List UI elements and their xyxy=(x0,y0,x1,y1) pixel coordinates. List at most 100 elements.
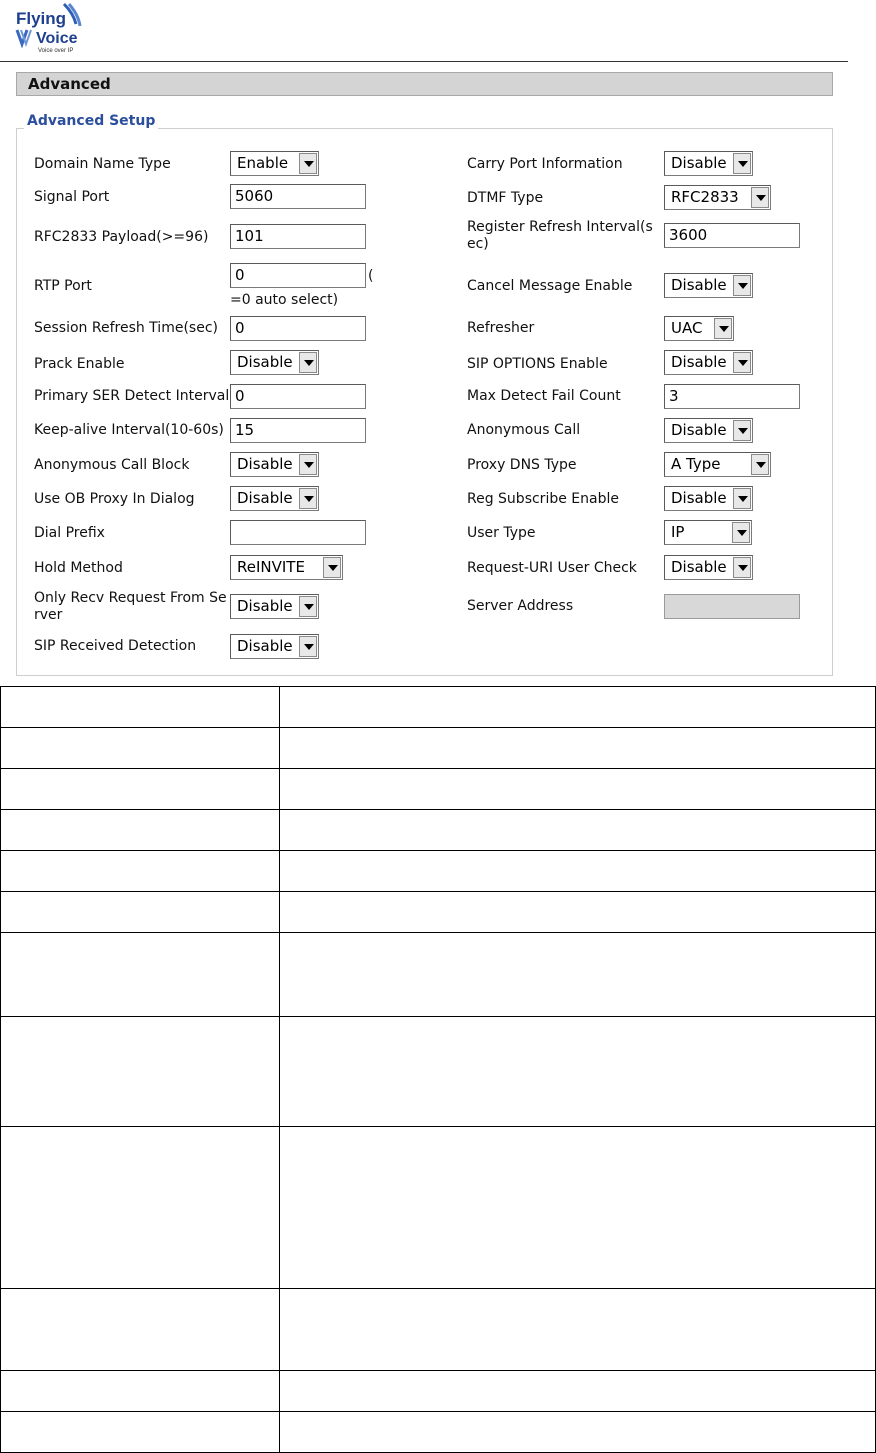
table-cell xyxy=(0,768,280,810)
use-ob-proxy-in-dialog-select[interactable]: Disable xyxy=(230,486,319,511)
select-value: Disable xyxy=(237,637,293,655)
label-keep-alive-interval: Keep-alive Interval(10-60s) xyxy=(34,422,224,438)
chevron-down-icon xyxy=(299,596,317,617)
label-dial-prefix: Dial Prefix xyxy=(34,525,105,541)
label-prack-enable: Prack Enable xyxy=(34,356,125,372)
logo-word-flying: Flying xyxy=(16,9,66,28)
only-recv-request-select[interactable]: Disable xyxy=(230,594,319,619)
anonymous-call-block-select[interactable]: Disable xyxy=(230,452,319,477)
label-hold-method: Hold Method xyxy=(34,560,123,576)
select-value: ReINVITE xyxy=(237,558,305,576)
chevron-down-icon xyxy=(733,153,751,174)
table-row xyxy=(0,1370,876,1412)
select-value: UAC xyxy=(671,319,703,337)
label-dtmf-type: DTMF Type xyxy=(467,190,544,206)
table-cell xyxy=(279,1411,876,1453)
select-value: IP xyxy=(671,523,685,541)
table-row xyxy=(0,1288,876,1371)
cancel-message-enable-select[interactable]: Disable xyxy=(664,273,753,298)
chevron-down-icon xyxy=(732,522,750,543)
chevron-down-icon xyxy=(751,454,769,475)
label-rtp-port: RTP Port xyxy=(34,278,92,294)
label-sip-received-detection: SIP Received Detection xyxy=(34,638,197,654)
table-cell xyxy=(279,932,876,1017)
table-cell xyxy=(279,686,876,728)
rtp-port-input[interactable]: 0 xyxy=(230,263,366,288)
chevron-down-icon xyxy=(733,275,751,296)
chevron-down-icon xyxy=(751,187,769,208)
flying-voice-logo: Flying Voice Voice over IP xyxy=(15,2,82,54)
logo-word-voice: Voice xyxy=(36,30,78,47)
table-cell xyxy=(279,891,876,933)
proxy-dns-type-select[interactable]: A Type xyxy=(664,452,771,477)
table-cell xyxy=(279,809,876,851)
chevron-down-icon xyxy=(733,488,751,509)
sip-options-enable-select[interactable]: Disable xyxy=(664,350,753,375)
hold-method-select[interactable]: ReINVITE xyxy=(230,555,343,580)
sip-received-detection-select[interactable]: Disable xyxy=(230,634,319,659)
table-cell xyxy=(0,1288,280,1371)
label-signal-port: Signal Port xyxy=(34,189,110,205)
chevron-down-icon xyxy=(299,153,317,174)
select-value: Disable xyxy=(237,353,293,371)
table-cell xyxy=(0,891,280,933)
register-refresh-interval-input[interactable]: 3600 xyxy=(664,223,800,248)
table-row xyxy=(0,727,876,769)
chevron-down-icon xyxy=(714,318,732,339)
section-title: Advanced xyxy=(28,75,111,93)
label-only-recv-request: Only Recv Request From Se rver xyxy=(34,590,227,623)
select-value: Disable xyxy=(671,276,727,294)
max-detect-fail-count-input[interactable]: 3 xyxy=(664,384,800,409)
table-cell xyxy=(0,850,280,892)
table-cell xyxy=(279,768,876,810)
dial-prefix-input[interactable] xyxy=(230,520,366,545)
chevron-down-icon xyxy=(733,557,751,578)
table-cell xyxy=(279,727,876,769)
domain-name-type-select[interactable]: Enable xyxy=(230,151,319,176)
signal-port-input[interactable]: 5060 xyxy=(230,184,366,209)
primary-ser-detect-interval-input[interactable]: 0 xyxy=(230,384,366,409)
table-row xyxy=(0,686,876,728)
carry-port-information-select[interactable]: Disable xyxy=(664,151,753,176)
table-row xyxy=(0,768,876,810)
table-cell xyxy=(0,1411,280,1453)
session-refresh-time-input[interactable]: 0 xyxy=(230,316,366,341)
label-cancel-message-enable: Cancel Message Enable xyxy=(467,278,633,294)
server-address-input xyxy=(664,594,800,619)
label-max-detect-fail-count: Max Detect Fail Count xyxy=(467,388,621,404)
select-value: Disable xyxy=(671,558,727,576)
select-value: Disable xyxy=(237,455,293,473)
label-rfc2833-payload: RFC2833 Payload(>=96) xyxy=(34,229,209,245)
chevron-down-icon xyxy=(733,420,751,441)
table-cell xyxy=(279,1126,876,1289)
dtmf-type-select[interactable]: RFC2833 xyxy=(664,185,771,210)
refresher-select[interactable]: UAC xyxy=(664,316,734,341)
user-type-select[interactable]: IP xyxy=(664,520,752,545)
select-value: Disable xyxy=(671,154,727,172)
anonymous-call-select[interactable]: Disable xyxy=(664,418,753,443)
rtp-port-note: =0 auto select) xyxy=(230,292,339,308)
select-value: Enable xyxy=(237,154,289,172)
prack-enable-select[interactable]: Disable xyxy=(230,350,319,375)
chevron-down-icon xyxy=(299,488,317,509)
label-proxy-dns-type: Proxy DNS Type xyxy=(467,457,577,473)
label-use-ob-proxy-in-dialog: Use OB Proxy In Dialog xyxy=(34,491,195,507)
chevron-down-icon xyxy=(299,636,317,657)
request-uri-user-check-select[interactable]: Disable xyxy=(664,555,753,580)
label-request-uri-user-check: Request-URI User Check xyxy=(467,560,637,576)
chevron-down-icon xyxy=(323,557,341,578)
logo-tagline: Voice over IP xyxy=(38,48,73,54)
reg-subscribe-enable-select[interactable]: Disable xyxy=(664,486,753,511)
description-table xyxy=(0,686,876,1453)
label-refresher: Refresher xyxy=(467,320,535,336)
rfc2833-payload-input[interactable]: 101 xyxy=(230,224,366,249)
table-row xyxy=(0,809,876,851)
table-cell xyxy=(0,1370,280,1412)
table-row xyxy=(0,891,876,933)
label-server-address: Server Address xyxy=(467,598,574,614)
table-row xyxy=(0,1411,876,1453)
chevron-down-icon xyxy=(299,352,317,373)
label-anonymous-call: Anonymous Call xyxy=(467,422,581,438)
select-value: A Type xyxy=(671,455,721,473)
keep-alive-interval-input[interactable]: 15 xyxy=(230,418,366,443)
